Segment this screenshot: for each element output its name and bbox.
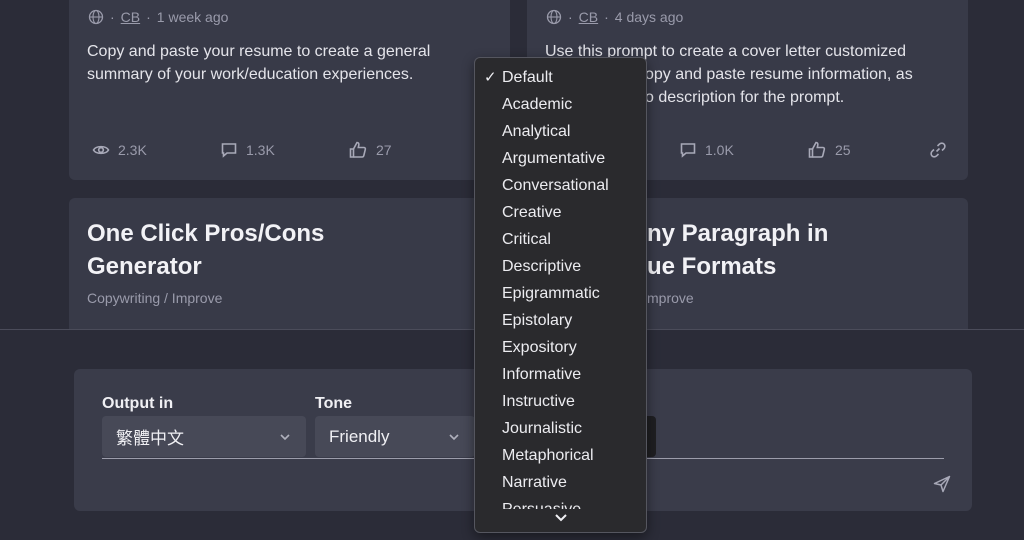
author-link[interactable]: CB xyxy=(121,9,140,25)
tone-option-label: Informative xyxy=(502,366,582,383)
tone-option-academic[interactable]: Academic xyxy=(475,91,646,118)
tone-option-creative[interactable]: Creative xyxy=(475,199,646,226)
meta-separator: · xyxy=(146,9,151,25)
comments-stat[interactable]: 1.0K xyxy=(679,141,807,159)
send-button[interactable] xyxy=(932,474,954,496)
globe-icon xyxy=(88,9,104,25)
output-language-value: 繁體中文 xyxy=(116,429,184,448)
tone-option-descriptive[interactable]: Descriptive xyxy=(475,253,646,280)
meta-separator: · xyxy=(604,9,609,25)
tone-option-label: Creative xyxy=(502,204,562,221)
tone-option-persuasive[interactable]: Persuasive xyxy=(475,496,646,509)
likes-count: 25 xyxy=(835,142,851,158)
chevron-down-icon[interactable] xyxy=(553,512,569,524)
tone-dropdown-menu: ✓ Default Academic Analytical Argumentative C… xyxy=(474,57,647,533)
send-icon[interactable] xyxy=(932,474,952,494)
comments-count: 1.3K xyxy=(246,142,275,158)
post-time: 1 week ago xyxy=(156,9,229,25)
tone-option-instructive[interactable]: Instructive xyxy=(475,388,646,415)
tone-option-label: Metaphorical xyxy=(502,447,594,464)
tone-option-label: Narrative xyxy=(502,474,567,491)
tone-option-label: Analytical xyxy=(502,123,571,140)
tone-option-informative[interactable]: Informative xyxy=(475,361,646,388)
prompt-card-resume-summary[interactable]: · CB · 1 week ago Copy and paste your re… xyxy=(69,0,510,180)
tone-option-default[interactable]: ✓ Default xyxy=(475,64,646,91)
views-stat: 2.3K xyxy=(92,141,220,159)
thumbs-up-icon[interactable] xyxy=(348,140,368,160)
views-count: 2.3K xyxy=(118,142,147,158)
tone-option-argumentative[interactable]: Argumentative xyxy=(475,145,646,172)
comments-count: 1.0K xyxy=(705,142,734,158)
scroll-down-arrow[interactable] xyxy=(475,512,646,528)
tone-option-epistolary[interactable]: Epistolary xyxy=(475,307,646,334)
chevron-down-icon xyxy=(449,433,459,440)
likes-stat[interactable]: 25 xyxy=(807,140,929,160)
comment-icon xyxy=(221,143,237,158)
title-line: One Click Pros/Cons xyxy=(87,220,325,247)
tone-option-label: Critical xyxy=(502,231,551,248)
tone-options-list: ✓ Default Academic Analytical Argumentative C… xyxy=(475,64,646,509)
thumbs-up-icon[interactable] xyxy=(807,140,827,160)
output-language-select[interactable]: 繁體中文 xyxy=(102,416,306,457)
tone-option-metaphorical[interactable]: Metaphorical xyxy=(475,442,646,469)
tone-option-label: Default xyxy=(502,69,553,86)
tone-option-label: Instructive xyxy=(502,393,575,410)
eye-icon xyxy=(92,145,110,155)
meta-separator: · xyxy=(568,9,573,25)
globe-icon xyxy=(546,9,562,25)
tone-option-expository[interactable]: Expository xyxy=(475,334,646,361)
tone-option-label: Descriptive xyxy=(502,258,582,275)
post-time: 4 days ago xyxy=(614,9,684,25)
author-link[interactable]: CB xyxy=(579,9,598,25)
title-line: ny Paragraph in xyxy=(647,220,829,247)
tone-option-epigrammatic[interactable]: Epigrammatic xyxy=(475,280,646,307)
tone-option-label: Expository xyxy=(502,339,577,356)
comment-icon xyxy=(680,143,696,158)
tone-option-conversational[interactable]: Conversational xyxy=(475,172,646,199)
card-meta: · CB · 1 week ago xyxy=(88,9,228,25)
likes-count: 27 xyxy=(376,142,392,158)
card-category[interactable]: Copywriting / Improve xyxy=(87,290,222,306)
tone-option-critical[interactable]: Critical xyxy=(475,226,646,253)
likes-stat[interactable]: 27 xyxy=(348,140,392,160)
tone-option-analytical[interactable]: Analytical xyxy=(475,118,646,145)
tone-option-label: Argumentative xyxy=(502,150,606,167)
chevron-down-icon xyxy=(280,433,290,440)
tone-option-label: Epigrammatic xyxy=(502,285,600,302)
title-line: Generator xyxy=(87,253,202,280)
card-title[interactable]: ny Paragraph in ue Formats xyxy=(647,217,907,283)
card-title[interactable]: One Click Pros/Cons Generator xyxy=(87,217,347,283)
comments-stat[interactable]: 1.3K xyxy=(220,141,348,159)
tone-select[interactable]: Friendly xyxy=(315,416,475,457)
tone-option-label: Epistolary xyxy=(502,312,573,329)
card-category[interactable]: mprove xyxy=(647,290,694,306)
checkmark-icon: ✓ xyxy=(484,69,497,86)
tone-option-journalistic[interactable]: Journalistic xyxy=(475,415,646,442)
tone-option-narrative[interactable]: Narrative xyxy=(475,469,646,496)
card-stats: 2.3K 1.3K 27 xyxy=(92,140,392,160)
tone-option-label: Journalistic xyxy=(502,420,583,437)
tone-value: Friendly xyxy=(329,426,390,446)
card-meta: · CB · 4 days ago xyxy=(546,9,683,25)
title-line: ue Formats xyxy=(647,253,777,280)
card-stats: 1.0K 25 xyxy=(679,140,947,160)
card-description: Copy and paste your resume to create a g… xyxy=(87,43,431,83)
tone-option-label: Persuasive xyxy=(502,501,581,509)
output-language-label: Output in xyxy=(102,395,174,412)
meta-separator: · xyxy=(110,9,115,25)
copy-link-button[interactable] xyxy=(929,141,947,159)
tone-option-label: Conversational xyxy=(502,177,609,194)
tone-label: Tone xyxy=(315,395,353,412)
tone-option-label: Academic xyxy=(502,96,573,113)
link-icon[interactable] xyxy=(929,141,947,159)
